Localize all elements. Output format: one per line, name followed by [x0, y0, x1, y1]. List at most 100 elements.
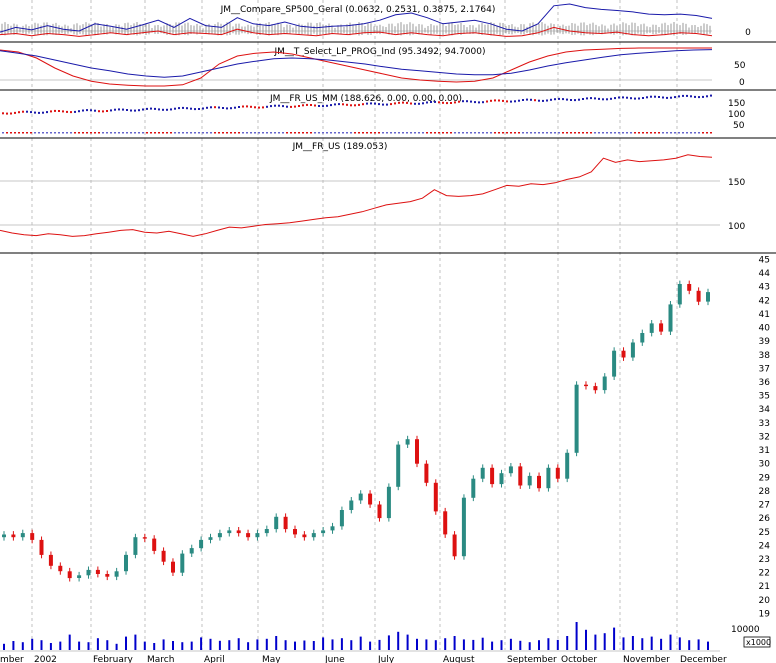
mm-dot	[242, 105, 244, 108]
mm-dot	[418, 102, 420, 105]
price-ytick: 24	[759, 541, 771, 551]
mm-dot-low	[574, 132, 576, 134]
mm-dot-low	[570, 132, 572, 134]
candle-body	[537, 475, 541, 489]
volume-bar	[603, 633, 606, 650]
mm-dot	[314, 104, 316, 107]
mm-dot-low	[554, 132, 556, 134]
candle-body	[274, 516, 279, 530]
volume-bar	[284, 640, 287, 650]
mm-dot-low	[182, 132, 184, 134]
volume-bar	[115, 643, 118, 650]
mm-dot	[142, 108, 144, 111]
x-tick-label: March	[147, 655, 174, 663]
volume-bar	[707, 641, 709, 650]
mm-dot	[26, 110, 28, 113]
volume-bar	[425, 639, 428, 650]
candle-body	[368, 493, 373, 505]
candle-body	[236, 530, 241, 534]
volume-bar	[68, 634, 71, 650]
mm-dot-low	[10, 132, 12, 134]
mm-dot-low	[186, 132, 188, 134]
mm-dot-low	[678, 132, 680, 134]
panel-select-lp-prog: JM__T_Select_LP_PROG_Ind (95.3492, 94.70…	[0, 47, 746, 88]
candle-body	[415, 439, 419, 464]
mm-dot	[106, 110, 108, 112]
mm-dot-low	[582, 132, 584, 134]
panel4-ytick-100: 100	[728, 222, 745, 232]
candle-body	[602, 376, 607, 391]
volume-bar	[585, 629, 587, 650]
volume-bar	[190, 641, 193, 650]
mm-dot-low	[122, 132, 124, 134]
mm-dot	[202, 107, 204, 110]
mm-dot	[342, 103, 344, 106]
mm-dot-low	[434, 132, 436, 134]
volume-bar	[134, 634, 137, 650]
candle-body	[339, 510, 344, 527]
mm-dot-low	[438, 132, 440, 134]
mm-dot-low	[410, 132, 412, 134]
volume-bar	[143, 641, 146, 650]
candle-body	[95, 569, 100, 574]
mm-dot-low	[202, 132, 204, 134]
volume-bar	[575, 622, 578, 650]
mm-dot	[658, 96, 660, 98]
mm-dot-low	[606, 132, 608, 134]
volume-bar	[49, 643, 52, 650]
mm-dot-low	[6, 132, 8, 134]
mm-dot-low	[166, 132, 168, 134]
mm-dot	[526, 98, 528, 101]
mm-dot-low	[282, 132, 284, 134]
mm-dot-low	[338, 132, 340, 134]
mm-dot-low	[474, 132, 476, 134]
mm-dot	[454, 101, 456, 104]
mm-dot	[638, 97, 640, 100]
mm-dot-low	[622, 132, 624, 134]
volume-bar	[200, 637, 203, 650]
candle-body	[593, 386, 598, 391]
mm-dot-low	[306, 132, 308, 134]
mm-dot	[434, 100, 436, 103]
mm-dot	[66, 110, 68, 113]
mm-dot-low	[90, 132, 92, 134]
panel4-ytick-150: 150	[728, 178, 745, 188]
mm-dot-low	[386, 132, 388, 134]
price-ytick: 40	[759, 324, 771, 334]
mm-dot-low	[242, 132, 244, 134]
mm-dot	[438, 101, 440, 104]
mm-dot-low	[190, 132, 192, 134]
mm-dot	[354, 104, 356, 107]
mm-dot-low	[258, 132, 260, 134]
mm-dot-low	[566, 132, 568, 134]
mm-dot-low	[638, 132, 640, 134]
mm-dot	[606, 98, 608, 101]
x-tick-label: June	[324, 655, 345, 663]
mm-dot-low	[134, 132, 136, 134]
mm-dot-low	[402, 132, 404, 134]
mm-dot	[166, 108, 168, 111]
mm-dot-low	[586, 132, 588, 134]
candle-body	[461, 497, 466, 557]
mm-dot-low	[470, 132, 472, 134]
mm-dot-low	[30, 132, 32, 134]
mm-dot	[294, 105, 296, 108]
mm-dot	[102, 110, 104, 113]
mm-dot	[502, 99, 504, 102]
mm-dot-low	[358, 132, 360, 134]
mm-dot-low	[598, 132, 600, 134]
candle-body	[58, 565, 63, 572]
candle-body	[555, 467, 560, 479]
volume-bar	[462, 639, 465, 650]
mm-dot	[546, 99, 548, 102]
mm-dot-low	[210, 132, 212, 134]
mm-dot	[22, 110, 24, 113]
mm-dot	[374, 102, 376, 105]
panel-fr-us-mm: JM__FR_US_MM (188.626, 0.00, 0.00, 0.00)…	[2, 94, 745, 134]
candle-body	[668, 304, 673, 332]
volume-bar	[453, 636, 456, 650]
mm-dot	[478, 101, 480, 104]
mm-dot	[10, 112, 12, 115]
panel2-title: JM__T_Select_LP_PROG_Ind (95.3492, 94.70…	[274, 47, 486, 57]
mm-dot	[698, 96, 700, 99]
